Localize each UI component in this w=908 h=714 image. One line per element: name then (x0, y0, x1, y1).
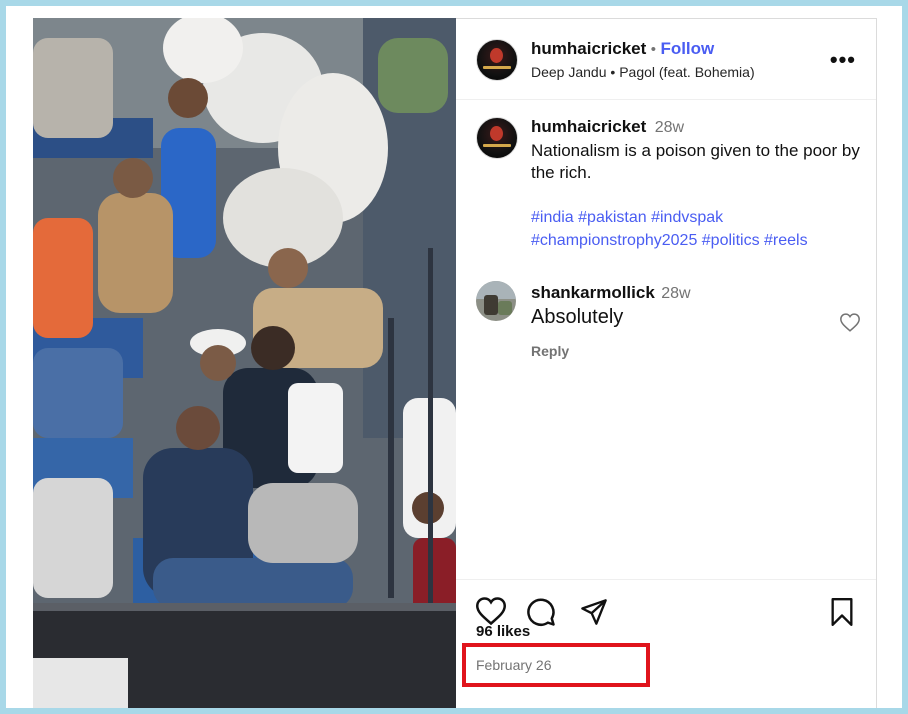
comment-reply-button[interactable]: Reply (531, 343, 861, 359)
caption-username[interactable]: humhaicricket (531, 117, 646, 136)
date-highlight-box (462, 643, 650, 687)
more-horizontal-icon: ••• (829, 47, 856, 72)
post-side-panel: humhaicricket • Follow Deep Jandu • Pago… (456, 18, 877, 708)
hashtags-line-2[interactable]: #championstrophy2025 #politics #reels (531, 229, 866, 252)
audio-attribution[interactable]: Deep Jandu • Pagol (feat. Bohemia) (531, 64, 755, 80)
post-frame: humhaicricket • Follow Deep Jandu • Pago… (6, 6, 902, 708)
follow-button[interactable]: Follow (660, 39, 714, 58)
comment-like-heart-icon[interactable] (840, 313, 860, 332)
audio-separator: • (610, 64, 616, 80)
post-media-video[interactable] (33, 18, 456, 708)
post-header: humhaicricket • Follow Deep Jandu • Pago… (456, 19, 876, 100)
audio-artist: Deep Jandu (531, 64, 607, 80)
comment-time[interactable]: 28w (661, 285, 690, 302)
logo-wordmark-icon (483, 66, 511, 69)
author-username[interactable]: humhaicricket (531, 39, 646, 58)
likes-count[interactable]: 96 likes (476, 623, 530, 640)
caption-text: Nationalism is a poison given to the poo… (531, 141, 860, 182)
more-options-button[interactable]: ••• (830, 47, 856, 73)
caption-time[interactable]: 28w (655, 119, 684, 136)
separator-dot: • (650, 41, 656, 58)
cricket-ball-logo-icon (490, 126, 503, 141)
hashtags-line-1[interactable]: #india #pakistan #indvspak (531, 206, 866, 229)
caption-block: humhaicricket 28w Nationalism is a poiso… (531, 117, 866, 252)
share-paper-plane-icon[interactable] (580, 598, 608, 626)
author-avatar[interactable] (476, 39, 518, 81)
save-bookmark-icon[interactable] (830, 598, 854, 626)
header-title-row: humhaicricket • Follow (531, 39, 714, 59)
comment-text: Absolutely (531, 306, 624, 328)
comment-icon[interactable] (526, 597, 556, 627)
cricket-ball-logo-icon (490, 48, 503, 63)
comment-username[interactable]: shankarmollick (531, 283, 655, 302)
video-frame-illustration (33, 18, 456, 708)
like-heart-icon[interactable] (476, 597, 506, 625)
caption-author-avatar[interactable] (476, 117, 518, 159)
comment-item: shankarmollick 28w Absolutely Reply (531, 283, 861, 359)
commenter-avatar[interactable] (476, 281, 516, 321)
logo-wordmark-icon (483, 144, 511, 147)
audio-track: Pagol (feat. Bohemia) (619, 64, 755, 80)
